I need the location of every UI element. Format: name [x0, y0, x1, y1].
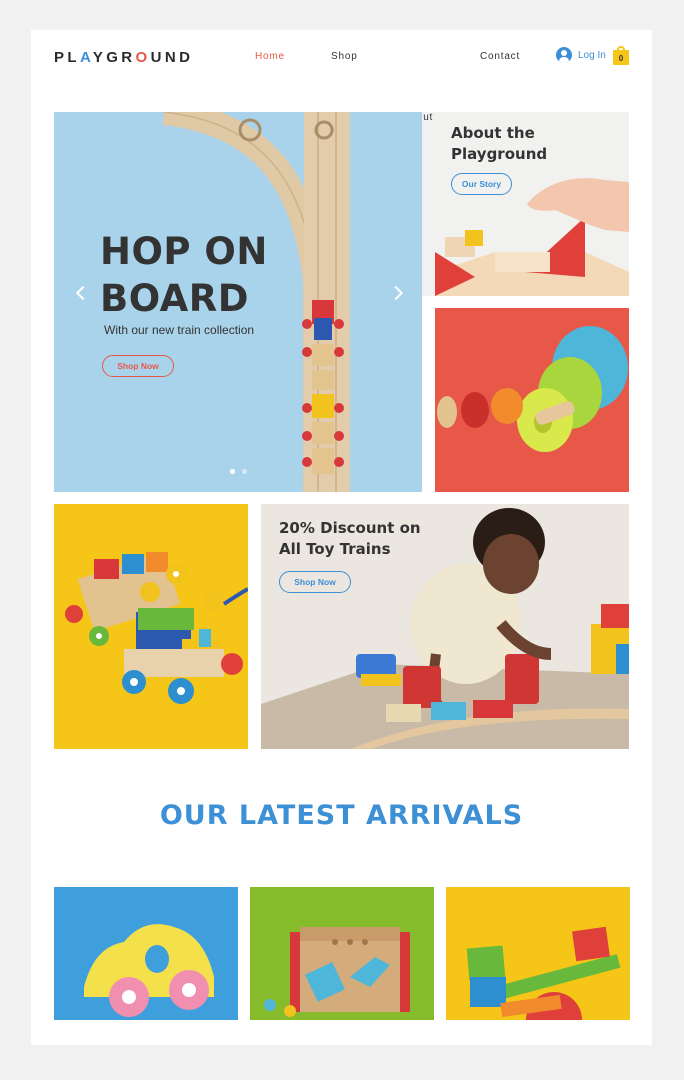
logo-text-4: O	[135, 49, 151, 66]
discount-shop-now-button[interactable]: Shop Now	[279, 571, 351, 593]
hero-subtitle: With our new train collection	[104, 323, 255, 337]
discount-tile: 20% Discount on All Toy Trains Shop Now	[261, 504, 629, 749]
logo-text-3: YGR	[92, 49, 136, 66]
hero-title: HOP ON BOARD	[100, 228, 268, 322]
slide-dot-1[interactable]	[230, 469, 235, 474]
logo-text-1: PL	[54, 49, 80, 66]
nav-shop[interactable]: Shop	[331, 51, 358, 62]
nav-home[interactable]: Home	[255, 51, 285, 62]
cart-count: 0	[618, 54, 624, 63]
slide-dot-2[interactable]	[242, 469, 247, 474]
arrival-wooden-car[interactable]	[54, 887, 238, 1020]
latest-arrivals-heading: OUR LATEST ARRIVALS	[159, 800, 524, 831]
our-story-button[interactable]: Our Story	[451, 173, 512, 195]
toy-train-image[interactable]	[54, 504, 248, 749]
hero-shop-now-button[interactable]: Shop Now	[102, 355, 174, 377]
stacking-rings-image[interactable]	[435, 308, 629, 492]
site-logo[interactable]: PLAYGROUND	[54, 49, 193, 66]
login-label: Log In	[578, 49, 606, 61]
about-tile-title: About the Playground	[451, 124, 548, 163]
hero-title-line-2: BOARD	[100, 277, 250, 320]
user-avatar-icon	[556, 47, 572, 63]
logo-text-5: UND	[150, 49, 194, 66]
logo-text-2: A	[79, 49, 93, 66]
page: PLAYGROUND Home Shop About Contact Log I…	[31, 30, 652, 1045]
arrival-seesaw-blocks[interactable]	[446, 887, 630, 1020]
cart-button[interactable]: 0	[613, 46, 629, 65]
hero-title-line-1: HOP ON	[100, 230, 268, 273]
about-tile: About the Playground Our Story	[435, 112, 629, 296]
hero-slideshow: HOP ON BOARD With our new train collecti…	[54, 112, 422, 492]
arrival-tool-box[interactable]	[250, 887, 434, 1020]
login-button[interactable]: Log In	[556, 47, 606, 63]
nav-contact[interactable]: Contact	[480, 51, 520, 62]
discount-tile-title: 20% Discount on All Toy Trains	[279, 519, 421, 558]
